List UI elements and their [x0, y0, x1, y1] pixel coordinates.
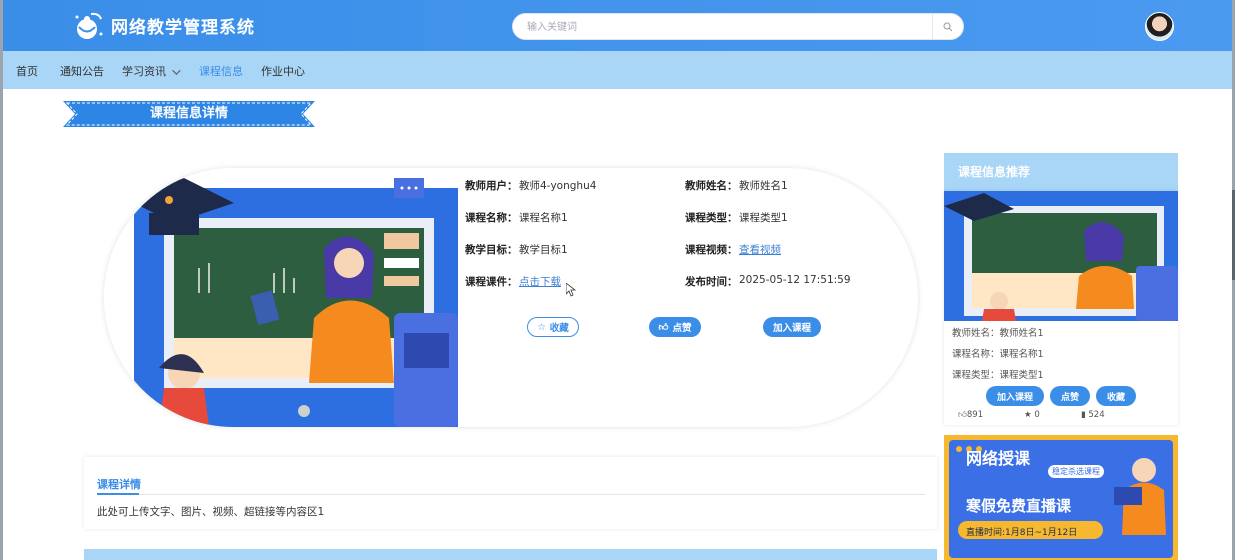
course-type-value: 课程类型1 [739, 212, 788, 224]
star-icon: ★ [1024, 410, 1035, 420]
views-count: 524 [1088, 410, 1105, 420]
recommend-card[interactable]: 教师姓名：教师姓名1 课程名称：课程名称1 课程类型：课程类型1 加入课程 点赞… [944, 191, 1178, 425]
thumbs-up-icon: 👍︎ [658, 322, 669, 333]
course-name-label: 课程名称： [465, 212, 518, 224]
course-name-value: 课程名称1 [519, 212, 568, 224]
search-input[interactable] [525, 14, 929, 41]
goal-value: 教学目标1 [519, 244, 568, 256]
recommend-favorite-button[interactable]: 收藏 [1096, 386, 1136, 406]
promo-line1: 网络授课 [966, 449, 1031, 468]
details-content: 此处可上传文字、图片、视频、超链接等内容区1 [97, 506, 325, 518]
publish-time-label: 发布时间： [685, 276, 738, 288]
recommend-course-image [944, 191, 1178, 321]
teacher-user-label: 教师用户： [465, 180, 518, 192]
courseware-download-link[interactable]: 点击下载 [519, 274, 561, 289]
video-label: 课程视频： [685, 244, 738, 256]
like-button[interactable]: 👍︎ 点赞 [649, 317, 701, 337]
promo-banner[interactable]: 网络授课 稳定杀选课程 寒假免费直播课 直播时间:1月8日~1月12日 [944, 435, 1178, 560]
search-box [512, 13, 964, 41]
course-details-panel: 课程详情 此处可上传文字、图片、视频、超链接等内容区1 [84, 457, 937, 529]
course-card [104, 168, 918, 427]
likes-count: 891 [966, 410, 984, 420]
favorite-button[interactable]: ☆ 收藏 [527, 317, 579, 337]
chevron-down-icon [172, 66, 181, 75]
promo-line2: 寒假免费直播课 [966, 497, 1072, 515]
promo-badge: 稳定杀选课程 [1048, 465, 1104, 478]
next-section-header [84, 549, 937, 560]
nav-homework[interactable]: 作业中心 [261, 63, 305, 79]
goal-label: 教学目标： [465, 244, 518, 256]
publish-time-value: 2025-05-12 17:51:59 [739, 274, 851, 286]
tab-active-indicator [97, 493, 139, 495]
top-header: 网络教学管理系统 [3, 0, 1232, 51]
recommend-like-button[interactable]: 点赞 [1050, 386, 1090, 406]
main-nav: 首页 通知公告 学习资讯 课程信息 作业中心 [3, 51, 1232, 89]
recommend-teacher: 教师姓名：教师姓名1 [952, 328, 1044, 339]
like-button-label: 点赞 [672, 323, 692, 334]
recommend-course-type: 课程类型：课程类型1 [952, 370, 1044, 381]
likes-stat: 👍︎891 [958, 410, 983, 420]
teacher-user-value: 教师4-yonghu4 [519, 180, 597, 192]
nav-news[interactable]: 学习资讯 [122, 63, 181, 79]
mouse-cursor-icon [566, 283, 576, 297]
page-title: 课程信息详情 [149, 106, 228, 121]
nav-courses[interactable]: 课程信息 [199, 63, 243, 79]
teacher-name-label: 教师姓名： [685, 180, 738, 192]
nav-home[interactable]: 首页 [16, 63, 38, 79]
nav-news-label: 学习资讯 [122, 65, 166, 78]
favorite-button-label: 收藏 [549, 323, 569, 334]
course-type-label: 课程类型： [685, 212, 738, 224]
favorites-stat: ★ 0 [1024, 410, 1040, 420]
logo-icon [75, 12, 103, 39]
teacher-name-value: 教师姓名1 [739, 180, 788, 192]
user-avatar[interactable] [1145, 12, 1174, 41]
tab-course-details[interactable]: 课程详情 [97, 476, 141, 492]
nav-notices[interactable]: 通知公告 [60, 63, 104, 79]
search-button[interactable] [932, 14, 963, 39]
courseware-label: 课程课件： [465, 276, 518, 288]
views-stat: ▮ 524 [1081, 410, 1105, 420]
course-image [104, 168, 458, 427]
favorites-count: 0 [1034, 410, 1040, 420]
site-title: 网络教学管理系统 [111, 18, 255, 38]
video-link[interactable]: 查看视频 [739, 242, 781, 257]
search-icon [943, 22, 953, 31]
recommend-join-button[interactable]: 加入课程 [986, 386, 1044, 406]
star-icon: ☆ [537, 321, 546, 333]
divider [97, 494, 925, 495]
join-course-button[interactable]: 加入课程 [763, 317, 821, 337]
thumbs-up-icon: 👍︎ [958, 410, 967, 420]
recommend-title: 课程信息推荐 [944, 153, 1178, 191]
recommend-course-name: 课程名称：课程名称1 [952, 349, 1044, 360]
promo-time: 直播时间:1月8日~1月12日 [966, 528, 1078, 538]
